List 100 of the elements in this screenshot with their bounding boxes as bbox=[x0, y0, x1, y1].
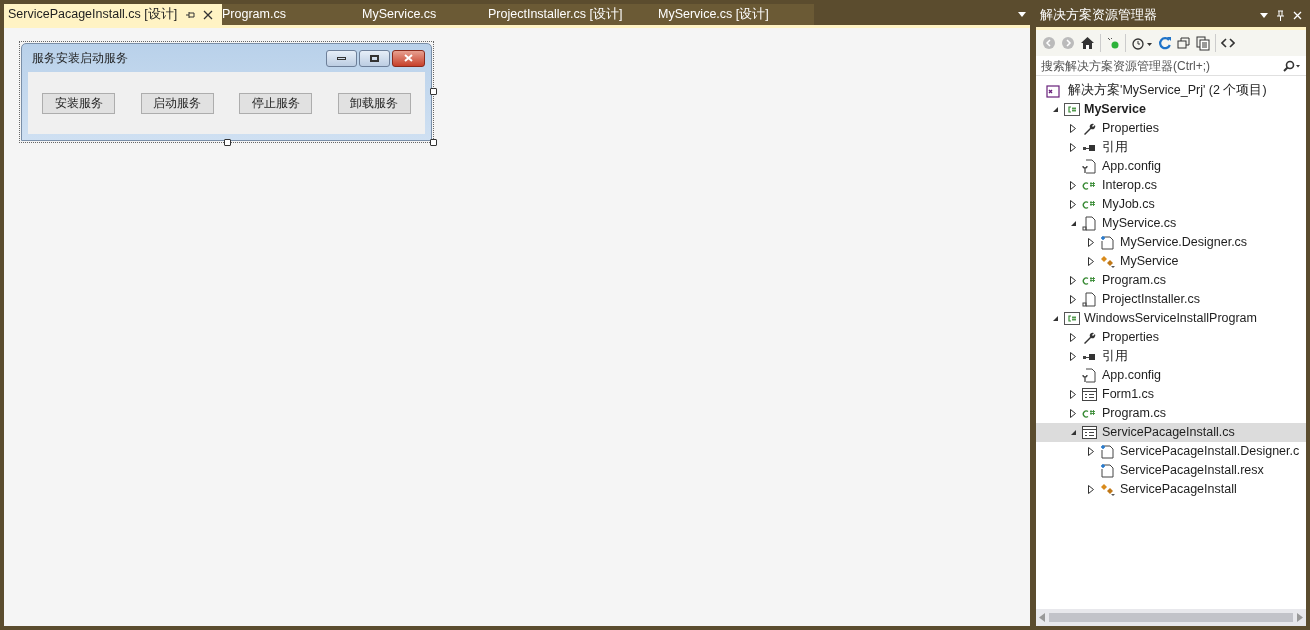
tree-item-label: ServicePacageInstall.resx bbox=[1120, 462, 1264, 480]
tree-item[interactable]: MyService bbox=[1036, 252, 1306, 271]
maximize-button[interactable] bbox=[359, 49, 390, 67]
csharp-project-icon bbox=[1064, 312, 1080, 325]
tree-item-label: ServicePacageInstall bbox=[1120, 481, 1237, 499]
expanded-arrow-icon[interactable] bbox=[1069, 220, 1077, 227]
collapsed-arrow-icon[interactable] bbox=[1070, 295, 1076, 304]
tree-item-label: MyService.Designer.cs bbox=[1120, 234, 1248, 252]
resize-handle[interactable] bbox=[224, 139, 231, 146]
tree-item-label: MyService bbox=[1120, 253, 1179, 271]
designer-file-icon bbox=[1100, 463, 1114, 478]
expanded-arrow-icon[interactable] bbox=[1051, 106, 1059, 113]
solution-icon bbox=[1046, 83, 1060, 98]
tree-item-label: ServicePacageInstall.cs bbox=[1102, 424, 1235, 442]
file-icon bbox=[1082, 216, 1096, 231]
tree-item[interactable]: Program.cs bbox=[1036, 404, 1306, 423]
document-tab[interactable]: MyService.cs bbox=[346, 4, 470, 25]
collapsed-arrow-icon[interactable] bbox=[1070, 409, 1076, 418]
collapsed-arrow-icon[interactable] bbox=[1070, 181, 1076, 190]
csharp-file-icon bbox=[1082, 199, 1096, 210]
tree-item-label: Properties bbox=[1102, 329, 1159, 347]
csharp-file-icon bbox=[1082, 408, 1096, 419]
document-tab[interactable]: MyService.cs [设计] bbox=[658, 4, 782, 25]
collapse-all-icon[interactable] bbox=[1177, 36, 1191, 50]
config-file-icon bbox=[1082, 368, 1096, 383]
collapsed-arrow-icon[interactable] bbox=[1070, 124, 1076, 133]
dropdown-icon[interactable] bbox=[1018, 12, 1026, 17]
pin-icon[interactable] bbox=[185, 9, 196, 20]
close-button[interactable] bbox=[392, 49, 425, 67]
history-icon[interactable] bbox=[1131, 36, 1153, 50]
document-tab[interactable]: ServicePacageInstall.cs [设计] bbox=[4, 4, 222, 25]
minimize-button[interactable] bbox=[326, 49, 357, 67]
tree-item[interactable]: MyService bbox=[1036, 100, 1306, 119]
collapsed-arrow-icon[interactable] bbox=[1070, 333, 1076, 342]
tree-item[interactable]: ServicePacageInstall bbox=[1036, 480, 1306, 499]
tree-item[interactable]: MyJob.cs bbox=[1036, 195, 1306, 214]
form-button[interactable]: 安装服务 bbox=[42, 92, 115, 114]
tree-item[interactable]: 引用 bbox=[1036, 347, 1306, 366]
wrench-icon bbox=[1082, 330, 1096, 345]
tree-item[interactable]: Properties bbox=[1036, 328, 1306, 347]
collapsed-arrow-icon[interactable] bbox=[1070, 200, 1076, 209]
file-icon bbox=[1082, 292, 1096, 307]
collapsed-arrow-icon[interactable] bbox=[1070, 276, 1076, 285]
tree-item[interactable]: MyService.Designer.cs bbox=[1036, 233, 1306, 252]
tree-item[interactable]: 引用 bbox=[1036, 138, 1306, 157]
tree-item[interactable]: App.config bbox=[1036, 366, 1306, 385]
tree-item[interactable]: MyService.cs bbox=[1036, 214, 1306, 233]
tree-item[interactable]: Program.cs bbox=[1036, 271, 1306, 290]
tree-item[interactable]: ServicePacageInstall.cs bbox=[1036, 423, 1306, 442]
config-file-icon bbox=[1082, 159, 1096, 174]
home-icon[interactable] bbox=[1080, 36, 1095, 50]
references-icon bbox=[1082, 142, 1096, 153]
references-icon bbox=[1082, 351, 1096, 362]
tree-item[interactable]: App.config bbox=[1036, 157, 1306, 176]
collapsed-arrow-icon[interactable] bbox=[1088, 238, 1094, 247]
designer-file-icon bbox=[1100, 235, 1114, 250]
pin-icon[interactable] bbox=[1276, 10, 1285, 21]
tree-item-label: MyService.cs bbox=[1102, 215, 1177, 233]
copy-icon[interactable] bbox=[1196, 35, 1210, 51]
code-icon[interactable] bbox=[1221, 38, 1235, 48]
csharp-file-icon bbox=[1082, 180, 1096, 191]
collapsed-arrow-icon[interactable] bbox=[1070, 352, 1076, 361]
tree-item-label: WindowsServiceInstallProgram bbox=[1084, 310, 1257, 328]
dropdown-icon[interactable] bbox=[1260, 13, 1268, 18]
expanded-arrow-icon[interactable] bbox=[1069, 429, 1077, 436]
tree-item[interactable]: ServicePacageInstall.resx bbox=[1036, 461, 1306, 480]
expanded-arrow-icon[interactable] bbox=[1051, 315, 1059, 322]
search-icon[interactable] bbox=[1283, 59, 1301, 72]
tree-item-label: Interop.cs bbox=[1102, 177, 1157, 195]
designer-file-icon bbox=[1100, 444, 1114, 459]
tree-item[interactable]: WindowsServiceInstallProgram bbox=[1036, 309, 1306, 328]
search-field[interactable]: 搜索解决方案资源管理器(Ctrl+;) bbox=[1036, 56, 1306, 76]
resize-handle[interactable] bbox=[430, 139, 437, 146]
document-tab[interactable]: Program.cs bbox=[222, 4, 346, 25]
tree-item-label: Program.cs bbox=[1102, 405, 1166, 423]
form-icon bbox=[1082, 388, 1097, 401]
form-button[interactable]: 卸载服务 bbox=[337, 92, 411, 114]
collapsed-arrow-icon[interactable] bbox=[1088, 447, 1094, 456]
document-tab[interactable]: ProjectInstaller.cs [设计] bbox=[470, 4, 658, 25]
tree-item[interactable]: ProjectInstaller.cs bbox=[1036, 290, 1306, 309]
tree-item[interactable]: Interop.cs bbox=[1036, 176, 1306, 195]
collapsed-arrow-icon[interactable] bbox=[1070, 390, 1076, 399]
tree-item[interactable]: 解决方案'MyService_Prj' (2 个项目) bbox=[1036, 81, 1306, 100]
tree-item-label: Form1.cs bbox=[1102, 386, 1155, 404]
tree-item-label: 解决方案'MyService_Prj' (2 个项目) bbox=[1068, 82, 1267, 100]
resize-handle[interactable] bbox=[430, 88, 437, 95]
tree-item[interactable]: ServicePacageInstall.Designer.c bbox=[1036, 442, 1306, 461]
tree-item[interactable]: Properties bbox=[1036, 119, 1306, 138]
refresh-icon[interactable] bbox=[1158, 36, 1172, 50]
tree-item-label: MyJob.cs bbox=[1102, 196, 1155, 214]
wrench-icon bbox=[1082, 121, 1096, 136]
tree-item[interactable]: Form1.cs bbox=[1036, 385, 1306, 404]
form-button[interactable]: 停止服务 bbox=[239, 92, 313, 114]
collapsed-arrow-icon[interactable] bbox=[1070, 143, 1076, 152]
collapsed-arrow-icon[interactable] bbox=[1088, 485, 1094, 494]
close-icon[interactable] bbox=[203, 9, 214, 20]
collapsed-arrow-icon[interactable] bbox=[1088, 257, 1094, 266]
panel-title: 解决方案资源管理器 bbox=[1040, 7, 1158, 25]
form-button[interactable]: 启动服务 bbox=[140, 92, 214, 114]
tree-item-label: App.config bbox=[1102, 367, 1162, 385]
